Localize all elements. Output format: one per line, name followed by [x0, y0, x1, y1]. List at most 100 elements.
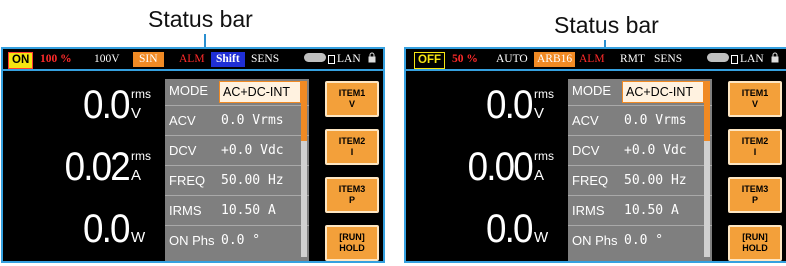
waveform-badge: ARB16 [534, 52, 576, 67]
button-line1: [RUN] [742, 232, 768, 242]
power-unit: W [534, 229, 549, 246]
toggle-icon [304, 53, 326, 62]
power-value: 0.0 [486, 207, 533, 251]
device-screen-right: OFF 50 % AUTO ARB16 ALM RMT SENS LAN 0.0… [404, 47, 786, 263]
lan-icon [731, 54, 738, 64]
button-line1: [RUN] [339, 232, 365, 242]
lan-label: LAN [740, 53, 764, 65]
button-line1: ITEM2 [741, 136, 769, 146]
current-unit: A [534, 167, 545, 184]
voltage-unit: V [131, 105, 142, 122]
status-bar-callout-right: Status bar [554, 12, 659, 38]
button-line1: ITEM3 [338, 184, 366, 194]
param-value: 0.0 ° [624, 233, 664, 248]
button-line1: ITEM2 [338, 136, 366, 146]
toggle-icon [707, 53, 729, 62]
shift-indicator: Shift [211, 52, 245, 67]
param-row-acv[interactable]: ACV 0.0 Vrms [568, 109, 712, 136]
power-reading: 0.0 W [406, 207, 549, 253]
param-row-freq[interactable]: FREQ 50.00 Hz [165, 169, 309, 196]
lock-icon [771, 52, 779, 63]
scrollbar-thumb[interactable] [301, 81, 307, 141]
voltage-reading: 0.0 rms V [406, 83, 554, 129]
measurement-screen: 0.0 rms V 0.00 rms A 0.0 W MODE AC+DC-IN… [404, 71, 786, 263]
item1-button[interactable]: ITEM1 V [728, 81, 782, 117]
scrollbar-thumb[interactable] [704, 81, 710, 141]
current-rms-label: rms [131, 149, 151, 163]
param-value-selected[interactable]: AC+DC-INT [622, 81, 704, 103]
param-value: 10.50 A [221, 203, 276, 218]
voltage-unit: V [534, 105, 545, 122]
param-row-dcv[interactable]: DCV +0.0 Vdc [165, 139, 309, 166]
param-row-acv[interactable]: ACV 0.0 Vrms [165, 109, 309, 136]
param-row-mode[interactable]: MODE AC+DC-INT [165, 79, 309, 106]
parameter-table: MODE AC+DC-INT ACV 0.0 Vrms DCV +0.0 Vdc… [568, 79, 712, 261]
voltage-reading: 0.0 rms V [3, 83, 151, 129]
param-key: ACV [572, 113, 599, 128]
param-row-irms[interactable]: IRMS 10.50 A [165, 199, 309, 226]
output-on-badge[interactable]: ON [8, 52, 34, 69]
callout-leader-left [204, 34, 206, 48]
item3-button[interactable]: ITEM3 P [728, 177, 782, 213]
button-line2: I [350, 147, 354, 157]
lan-icon [328, 54, 335, 64]
param-key: FREQ [169, 173, 206, 188]
param-value-selected[interactable]: AC+DC-INT [219, 81, 301, 103]
run-hold-button[interactable]: [RUN] HOLD [728, 225, 782, 261]
measurement-screen: 0.0 rms V 0.02 rms A 0.0 W MODE AC+DC-IN… [1, 71, 385, 263]
param-key: ACV [169, 113, 196, 128]
button-line2: HOLD [742, 243, 768, 253]
param-key: FREQ [572, 173, 609, 188]
alarm-indicator: ALM [579, 53, 605, 65]
output-percent: 50 % [452, 53, 478, 65]
param-row-dcv[interactable]: DCV +0.0 Vdc [568, 139, 712, 166]
param-row-irms[interactable]: IRMS 10.50 A [568, 199, 712, 226]
param-value: 50.00 Hz [221, 173, 284, 188]
param-key: IRMS [572, 203, 605, 218]
waveform-badge: SIN [133, 52, 164, 67]
param-scrollbar[interactable] [704, 81, 710, 257]
power-unit: W [131, 229, 146, 246]
item2-button[interactable]: ITEM2 I [728, 129, 782, 165]
param-value: 10.50 A [624, 203, 679, 218]
voltage-range: 100V [94, 53, 120, 65]
item2-button[interactable]: ITEM2 I [325, 129, 379, 165]
current-reading: 0.02 rms A [3, 145, 151, 191]
param-row-freq[interactable]: FREQ 50.00 Hz [568, 169, 712, 196]
param-row-mode[interactable]: MODE AC+DC-INT [568, 79, 712, 106]
parameter-table: MODE AC+DC-INT ACV 0.0 Vrms DCV +0.0 Vdc… [165, 79, 309, 261]
current-value: 0.02 [64, 145, 131, 189]
sens-indicator: SENS [654, 53, 683, 65]
run-hold-button[interactable]: [RUN] HOLD [325, 225, 379, 261]
param-row-on-phs[interactable]: ON Phs 0.0 ° [568, 229, 712, 255]
button-line1: ITEM1 [338, 88, 366, 98]
button-line1: ITEM1 [741, 88, 769, 98]
param-key: ON Phs [169, 233, 215, 248]
output-percent: 100 % [40, 53, 72, 65]
button-line2: I [753, 147, 757, 157]
sens-indicator: SENS [251, 53, 280, 65]
power-reading: 0.0 W [3, 207, 146, 253]
lock-icon [368, 52, 376, 63]
rmt-indicator: RMT [620, 53, 645, 65]
button-line2: V [751, 99, 758, 109]
param-row-on-phs[interactable]: ON Phs 0.0 ° [165, 229, 309, 255]
current-rms-label: rms [534, 149, 554, 163]
param-scrollbar[interactable] [301, 81, 307, 257]
param-key: MODE [169, 83, 208, 98]
param-value: 0.0 ° [221, 233, 261, 248]
button-line2: V [348, 99, 355, 109]
param-value: 50.00 Hz [624, 173, 687, 188]
alarm-indicator: ALM [179, 53, 205, 65]
param-value: 0.0 Vrms [221, 113, 284, 128]
param-value: 0.0 Vrms [624, 113, 687, 128]
param-key: DCV [572, 143, 600, 158]
item1-button[interactable]: ITEM1 V [325, 81, 379, 117]
output-off-badge[interactable]: OFF [414, 52, 445, 69]
voltage-value: 0.0 [486, 83, 533, 127]
status-bar: OFF 50 % AUTO ARB16 ALM RMT SENS LAN [404, 47, 786, 71]
voltage-value: 0.0 [83, 83, 130, 127]
power-value: 0.0 [83, 207, 130, 251]
status-bar: ON 100 % 100V SIN ALM Shift SENS LAN [1, 47, 385, 71]
item3-button[interactable]: ITEM3 P [325, 177, 379, 213]
